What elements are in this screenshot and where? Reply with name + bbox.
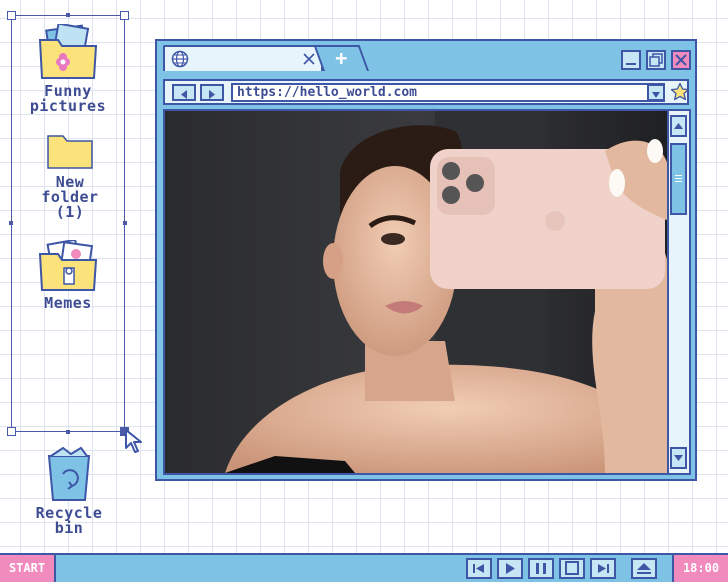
selection-handle-mb[interactable] bbox=[66, 430, 70, 434]
minimize-button[interactable] bbox=[621, 50, 641, 70]
arrow-right-icon bbox=[209, 90, 215, 99]
close-icon bbox=[675, 54, 687, 66]
desktop-icon-label: Funny pictures bbox=[29, 82, 107, 115]
maximize-button[interactable] bbox=[646, 50, 666, 70]
desktop-icon-memes[interactable]: Memes bbox=[13, 238, 123, 312]
close-icon[interactable] bbox=[303, 53, 315, 65]
skip-forward-button[interactable] bbox=[590, 558, 616, 579]
address-toolbar: https://hello_world.com bbox=[163, 79, 690, 105]
new-tab-button[interactable]: + bbox=[313, 45, 369, 71]
pause-button[interactable] bbox=[528, 558, 554, 579]
plus-icon: + bbox=[335, 46, 348, 70]
chevron-down-icon bbox=[652, 92, 660, 98]
desktop-icon-label: Recycle bin bbox=[35, 504, 103, 537]
stop-button[interactable] bbox=[559, 558, 585, 579]
desktop-icon-funny-pictures[interactable]: Funny pictures bbox=[13, 22, 123, 115]
eject-icon bbox=[637, 563, 651, 574]
star-icon[interactable] bbox=[670, 82, 690, 102]
title-bar[interactable]: + bbox=[157, 41, 695, 75]
back-button[interactable] bbox=[172, 84, 196, 101]
pause-icon bbox=[536, 563, 546, 574]
browser-content bbox=[163, 109, 691, 475]
folder-with-memes-icon bbox=[38, 238, 98, 291]
stop-icon bbox=[565, 561, 579, 575]
skip-back-icon bbox=[473, 564, 484, 573]
browser-window: + https://hello_world.com bbox=[155, 39, 697, 481]
scroll-up-button[interactable] bbox=[670, 115, 687, 137]
selection-handle-tr[interactable] bbox=[120, 11, 129, 20]
minimize-icon bbox=[626, 63, 636, 65]
selection-handle-mt[interactable] bbox=[66, 13, 70, 17]
selection-handle-mr[interactable] bbox=[123, 221, 127, 225]
selection-handle-tl[interactable] bbox=[7, 11, 16, 20]
url-dropdown-button[interactable] bbox=[647, 84, 665, 101]
arrow-left-icon bbox=[181, 90, 187, 99]
mouse-cursor-icon bbox=[125, 429, 142, 453]
clock: 18:00 bbox=[672, 555, 728, 582]
scroll-thumb[interactable] bbox=[670, 143, 687, 215]
folder-with-flower-icon bbox=[38, 22, 98, 79]
globe-icon bbox=[171, 50, 189, 68]
selfie-photo bbox=[165, 111, 669, 473]
play-button[interactable] bbox=[497, 558, 523, 579]
close-window-button[interactable] bbox=[671, 50, 691, 70]
selection-handle-bl[interactable] bbox=[7, 427, 16, 436]
vertical-scrollbar[interactable] bbox=[667, 111, 689, 473]
restore-icon bbox=[649, 53, 663, 67]
folder-icon bbox=[47, 135, 93, 169]
skip-forward-icon bbox=[598, 564, 609, 573]
forward-button[interactable] bbox=[200, 84, 224, 101]
url-input[interactable]: https://hello_world.com bbox=[231, 83, 665, 102]
scroll-down-button[interactable] bbox=[670, 447, 687, 469]
selection-handle-ml[interactable] bbox=[9, 221, 13, 225]
start-button[interactable]: START bbox=[0, 555, 56, 582]
desktop-icon-label: Memes bbox=[44, 294, 92, 312]
desktop-icon-new-folder[interactable]: New folder (1) bbox=[15, 133, 125, 220]
arrow-up-icon bbox=[674, 123, 683, 129]
browser-tab[interactable] bbox=[163, 45, 323, 71]
play-icon bbox=[506, 563, 515, 574]
skip-back-button[interactable] bbox=[466, 558, 492, 579]
arrow-down-icon bbox=[674, 455, 683, 461]
recycle-bin-icon bbox=[47, 446, 91, 501]
eject-button[interactable] bbox=[631, 558, 657, 579]
taskbar: START 18:00 bbox=[0, 553, 728, 582]
desktop-icon-label: New folder (1) bbox=[41, 173, 99, 221]
desktop-icon-recycle-bin[interactable]: Recycle bin bbox=[14, 444, 124, 536]
